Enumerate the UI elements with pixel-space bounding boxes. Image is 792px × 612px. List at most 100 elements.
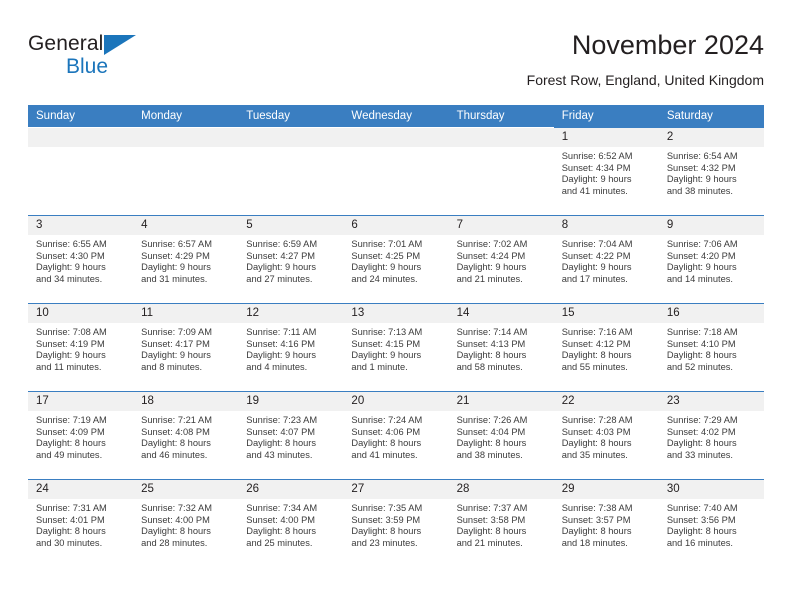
day-number: 15 — [553, 304, 659, 323]
day-daylight-line-text: and 1 minute. — [351, 361, 408, 372]
day-sun-info: Sunrise: 7:34 AM Sunset: 4:00 PM Daylight:… — [238, 499, 343, 549]
day-number: 10 — [28, 304, 134, 323]
day-daylight-line-text: Daylight: 8 hours — [561, 526, 632, 537]
calendar-day-cell[interactable]: 5 Sunrise: 6:59 AM Sunset: 4:27 PM Daylight… — [238, 215, 344, 304]
day-daylight-line-text: Daylight: 8 hours — [351, 438, 422, 449]
general-blue-logo[interactable]: General Blue — [28, 32, 248, 88]
day-sunset-text: Sunset: 4:34 PM — [561, 162, 631, 173]
day-sun-info: Sunrise: 7:11 AM Sunset: 4:16 PM Daylight:… — [238, 323, 343, 373]
day-daylight-line-text: Daylight: 8 hours — [141, 526, 211, 537]
day-daylight-line-text: Daylight: 9 hours — [561, 174, 632, 185]
logo-text-blue: Blue — [66, 55, 109, 78]
day-number-placeholder — [133, 128, 239, 147]
day-number: 8 — [553, 216, 659, 235]
calendar-day-cell[interactable]: 26 Sunrise: 7:34 AM Sunset: 4:00 PM Dayligh… — [238, 479, 344, 568]
calendar-day-cell[interactable]: 20 Sunrise: 7:24 AM Sunset: 4:06 PM Dayligh… — [343, 391, 449, 480]
weekday-header-tuesday: Tuesday — [238, 105, 344, 128]
day-daylight-line-text: Daylight: 9 hours — [666, 262, 737, 273]
day-daylight-line-text: Daylight: 8 hours — [456, 526, 527, 537]
day-sunrise-text: Sunrise: 7:06 AM — [666, 239, 738, 249]
day-sun-info: Sunrise: 7:35 AM Sunset: 3:59 PM Daylight:… — [343, 499, 448, 549]
calendar-day-cell[interactable]: 22 Sunrise: 7:28 AM Sunset: 4:03 PM Dayligh… — [553, 391, 659, 480]
day-sunrise-text: Sunrise: 7:19 AM — [36, 415, 107, 425]
calendar-day-cell[interactable]: 23 Sunrise: 7:29 AM Sunset: 4:02 PM Dayligh… — [658, 391, 764, 480]
day-sunrise-text: Sunrise: 7:28 AM — [561, 415, 633, 425]
calendar-day-cell[interactable]: 24 Sunrise: 7:31 AM Sunset: 4:01 PM Dayligh… — [28, 479, 134, 568]
day-sun-info: Sunrise: 7:18 AM Sunset: 4:10 PM Daylight:… — [659, 323, 764, 373]
day-sunset-text: Sunset: 4:03 PM — [561, 426, 631, 437]
calendar-day-cell[interactable]: 30 Sunrise: 7:40 AM Sunset: 3:56 PM Dayligh… — [658, 479, 764, 568]
day-number: 9 — [658, 216, 764, 235]
day-daylight-line-text: and 4 minutes. — [246, 361, 308, 372]
day-number: 29 — [553, 480, 659, 499]
calendar-day-cell[interactable]: 25 Sunrise: 7:32 AM Sunset: 4:00 PM Dayligh… — [133, 479, 239, 568]
day-sunset-text: Sunset: 4:22 PM — [561, 250, 631, 261]
day-daylight-line-text: Daylight: 9 hours — [246, 350, 317, 361]
calendar-day-cell[interactable]: 18 Sunrise: 7:21 AM Sunset: 4:08 PM Dayligh… — [133, 391, 239, 480]
day-sunset-text: Sunset: 4:04 PM — [456, 426, 526, 437]
calendar-day-cell[interactable]: 2 Sunrise: 6:54 AM Sunset: 4:32 PM Daylight… — [658, 127, 764, 216]
calendar-day-cell[interactable]: 1 Sunrise: 6:52 AM Sunset: 4:34 PM Daylight… — [553, 127, 659, 216]
day-sun-info: Sunrise: 6:57 AM Sunset: 4:29 PM Daylight:… — [133, 235, 238, 285]
day-sun-info: Sunrise: 7:01 AM Sunset: 4:25 PM Daylight:… — [343, 235, 448, 285]
day-sunrise-text: Sunrise: 7:08 AM — [36, 327, 107, 337]
calendar-day-cell[interactable]: 8 Sunrise: 7:04 AM Sunset: 4:22 PM Daylight… — [553, 215, 659, 304]
day-sunset-text: Sunset: 3:57 PM — [561, 514, 631, 525]
calendar-day-cell[interactable]: 12 Sunrise: 7:11 AM Sunset: 4:16 PM Dayligh… — [238, 303, 344, 392]
calendar-day-cell[interactable]: 17 Sunrise: 7:19 AM Sunset: 4:09 PM Dayligh… — [28, 391, 134, 480]
day-daylight-line-text: Daylight: 8 hours — [561, 350, 632, 361]
day-sun-info: Sunrise: 7:16 AM Sunset: 4:12 PM Daylight:… — [554, 323, 659, 373]
day-sunset-text: Sunset: 4:08 PM — [141, 426, 210, 437]
calendar-day-cell[interactable]: 28 Sunrise: 7:37 AM Sunset: 3:58 PM Dayligh… — [448, 479, 554, 568]
calendar-day-cell[interactable]: 10 Sunrise: 7:08 AM Sunset: 4:19 PM Dayligh… — [28, 303, 134, 392]
day-sun-info: Sunrise: 7:28 AM Sunset: 4:03 PM Daylight:… — [554, 411, 659, 461]
day-sun-info: Sunrise: 7:21 AM Sunset: 4:08 PM Daylight:… — [133, 411, 238, 461]
day-sunset-text: Sunset: 4:17 PM — [141, 338, 210, 349]
day-sunset-text: Sunset: 4:16 PM — [246, 338, 316, 349]
calendar-day-cell[interactable]: 6 Sunrise: 7:01 AM Sunset: 4:25 PM Daylight… — [343, 215, 449, 304]
day-sunset-text: Sunset: 4:27 PM — [246, 250, 316, 261]
calendar-day-cell[interactable]: 7 Sunrise: 7:02 AM Sunset: 4:24 PM Daylight… — [448, 215, 554, 304]
calendar-day-cell[interactable]: 21 Sunrise: 7:26 AM Sunset: 4:04 PM Dayligh… — [448, 391, 554, 480]
day-number: 4 — [133, 216, 239, 235]
day-daylight-line-text: Daylight: 9 hours — [246, 262, 317, 273]
day-daylight-line-text: Daylight: 8 hours — [36, 526, 106, 537]
day-number: 14 — [448, 304, 554, 323]
calendar-day-cell[interactable]: 11 Sunrise: 7:09 AM Sunset: 4:17 PM Dayligh… — [133, 303, 239, 392]
day-number: 12 — [238, 304, 344, 323]
day-daylight-line-text: and 8 minutes. — [141, 361, 203, 372]
day-daylight-line-text: and 21 minutes. — [456, 273, 523, 284]
calendar-day-cell[interactable]: 16 Sunrise: 7:18 AM Sunset: 4:10 PM Dayligh… — [658, 303, 764, 392]
day-sunset-text: Sunset: 3:59 PM — [351, 514, 421, 525]
calendar-day-cell[interactable]: 27 Sunrise: 7:35 AM Sunset: 3:59 PM Dayligh… — [343, 479, 449, 568]
day-daylight-line-text: Daylight: 9 hours — [141, 350, 211, 361]
day-sunrise-text: Sunrise: 7:21 AM — [141, 415, 212, 425]
day-sun-info: Sunrise: 7:08 AM Sunset: 4:19 PM Daylight:… — [28, 323, 133, 373]
day-daylight-line-text: Daylight: 8 hours — [351, 526, 422, 537]
day-sunset-text: Sunset: 4:30 PM — [36, 250, 105, 261]
day-daylight-line-text: and 46 minutes. — [141, 449, 208, 460]
calendar-day-cell[interactable]: 29 Sunrise: 7:38 AM Sunset: 3:57 PM Dayligh… — [553, 479, 659, 568]
day-daylight-line-text: and 11 minutes. — [36, 361, 102, 372]
calendar-day-cell[interactable]: 3 Sunrise: 6:55 AM Sunset: 4:30 PM Daylight… — [28, 215, 134, 304]
calendar-day-cell[interactable]: 9 Sunrise: 7:06 AM Sunset: 4:20 PM Daylight… — [658, 215, 764, 304]
calendar-day-cell[interactable]: 19 Sunrise: 7:23 AM Sunset: 4:07 PM Dayligh… — [238, 391, 344, 480]
calendar-day-cell[interactable]: 13 Sunrise: 7:13 AM Sunset: 4:15 PM Dayligh… — [343, 303, 449, 392]
day-daylight-line-text: and 38 minutes. — [456, 449, 523, 460]
day-sunrise-text: Sunrise: 7:18 AM — [666, 327, 738, 337]
day-sunrise-text: Sunrise: 6:52 AM — [561, 151, 633, 161]
day-sun-info: Sunrise: 7:37 AM Sunset: 3:58 PM Daylight:… — [449, 499, 554, 549]
calendar-day-cell[interactable]: 14 Sunrise: 7:14 AM Sunset: 4:13 PM Dayligh… — [448, 303, 554, 392]
day-daylight-line-text: Daylight: 9 hours — [351, 262, 422, 273]
day-sunset-text: Sunset: 4:32 PM — [666, 162, 736, 173]
day-daylight-line-text: and 33 minutes. — [666, 449, 733, 460]
day-sunset-text: Sunset: 4:06 PM — [351, 426, 421, 437]
day-daylight-line-text: Daylight: 8 hours — [456, 350, 527, 361]
day-sunset-text: Sunset: 4:19 PM — [36, 338, 105, 349]
calendar-day-cell[interactable]: 4 Sunrise: 6:57 AM Sunset: 4:29 PM Daylight… — [133, 215, 239, 304]
calendar-day-cell[interactable]: 15 Sunrise: 7:16 AM Sunset: 4:12 PM Dayligh… — [553, 303, 659, 392]
day-daylight-line-text: Daylight: 8 hours — [36, 438, 106, 449]
calendar-cell-empty — [343, 127, 449, 216]
day-sun-info: Sunrise: 7:38 AM Sunset: 3:57 PM Daylight:… — [554, 499, 659, 549]
day-number-placeholder — [28, 128, 134, 147]
